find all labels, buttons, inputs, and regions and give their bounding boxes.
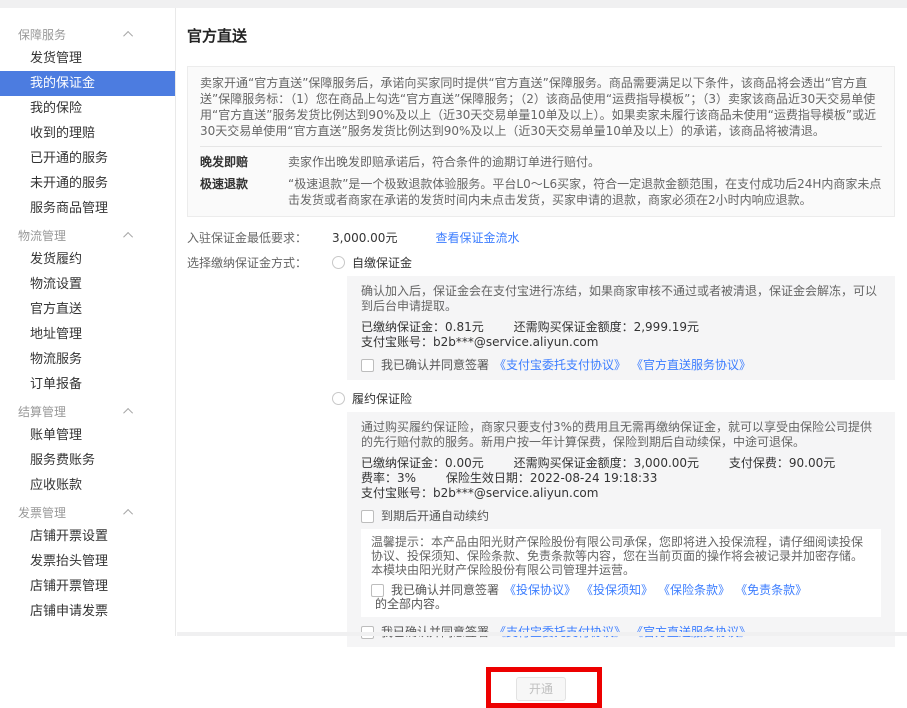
stat-alipay-account: 支付宝账号：b2b***@service.aliyun.com (361, 335, 598, 350)
top-strip (0, 0, 907, 8)
sidebar-item-logistics-services[interactable]: 物流服务 (0, 347, 175, 372)
deposit-minimum-label: 入驻保证金最低要求： (187, 229, 332, 246)
exemption-terms-link[interactable]: 《免责条款》 (735, 583, 807, 597)
sidebar-group-label: 物流管理 (18, 227, 66, 244)
feature-text: 卖家作出晚发即赔承诺后，符合条件的逾期订单进行赔付。 (288, 154, 882, 170)
divider (200, 146, 882, 147)
self-deposit-stats: 已缴纳保证金：0.81元 还需购买保证金额度：2,999.19元 支付宝账号：b… (361, 320, 881, 350)
agree-prefix: 我已确认并同意签署 (391, 583, 499, 597)
sidebar-item-service-product-management[interactable]: 服务商品管理 (0, 196, 175, 221)
feature-late-ship-compensation: 晚发即赔 卖家作出晚发即赔承诺后，符合条件的逾期订单进行赔付。 (200, 154, 882, 170)
auto-renew-row: 到期后开通自动续约 (361, 509, 881, 523)
self-deposit-radio-label: 自缴保证金 (352, 254, 412, 271)
stat-rate: 费率：3% (361, 471, 416, 486)
view-deposit-flow-link[interactable]: 查看保证金流水 (435, 229, 519, 246)
sidebar-item-official-direct-delivery[interactable]: 官方直送 (0, 297, 175, 322)
sidebar-group-invoice[interactable]: 发票管理 (0, 500, 175, 524)
sidebar-item-logistics-settings[interactable]: 物流设置 (0, 272, 175, 297)
insurance-notice-box: 温馨提示：本产品由阳光财产保险股份有限公司承保，您即将进入投保流程，请仔细阅读投… (361, 529, 881, 617)
sidebar-item-opened-services[interactable]: 已开通的服务 (0, 146, 175, 171)
insure-notice-link[interactable]: 《投保须知》 (581, 583, 653, 597)
chevron-up-icon (123, 407, 133, 417)
sidebar-item-order-reporting[interactable]: 订单报备 (0, 372, 175, 397)
radio-icon[interactable] (332, 256, 345, 269)
self-deposit-box: 确认加入后，保证金会在支付宝进行冻结，如果商家审核不通过或者被清退，保证金会解冻… (347, 276, 895, 380)
sidebar-item-receivables[interactable]: 应收账款 (0, 473, 175, 498)
checkbox-icon[interactable] (371, 584, 384, 597)
page-title: 官方直送 (187, 26, 895, 46)
sidebar-item-shop-invoice-request[interactable]: 店铺申请发票 (0, 599, 175, 624)
sidebar-item-my-insurance[interactable]: 我的保险 (0, 96, 175, 121)
service-intro-text: 卖家开通“官方直送”保障服务后，承诺向买家同时提供“官方直送”保障服务。商品需要… (200, 75, 882, 139)
insurance-notice-text: 温馨提示：本产品由阳光财产保险股份有限公司承保，您即将进入投保流程，请仔细阅读投… (371, 535, 871, 577)
sidebar-group-security-services[interactable]: 保障服务 (0, 22, 175, 46)
open-service-button[interactable]: 开通 (516, 677, 566, 701)
stat-paid-deposit: 已缴纳保证金：0.00元 (361, 456, 484, 471)
insurance-desc: 通过购买履约保证险，商家只要支付3%的费用且无需再缴纳保证金，就可以享受由保险公… (361, 420, 881, 450)
deposit-minimum-value: 3,000.00元 (332, 229, 397, 246)
feature-label: 极速退款 (200, 176, 288, 208)
checkbox-icon[interactable] (361, 510, 374, 523)
sidebar-group-label: 发票管理 (18, 504, 66, 521)
stat-premium: 支付保费：90.00元 (729, 456, 835, 471)
insure-agreement-link[interactable]: 《投保协议》 (504, 583, 576, 597)
stat-paid-deposit: 已缴纳保证金：0.81元 (361, 320, 484, 335)
sidebar-group-label: 结算管理 (18, 403, 66, 420)
feature-instant-refund: 极速退款 “极速退款”是一个极致退款体验服务。平台L0～L6买家，符合一定退款金… (200, 176, 882, 208)
sidebar-group-logistics[interactable]: 物流管理 (0, 223, 175, 247)
stat-remaining-quota: 还需购买保证金额度：2,999.19元 (514, 320, 699, 335)
insurance-stats: 已缴纳保证金：0.00元 还需购买保证金额度：3,000.00元 支付保费：90… (361, 456, 881, 501)
alipay-entrust-agreement-link[interactable]: 《支付宝委托支付协议》 (494, 358, 626, 372)
deposit-method-options: 自缴保证金 确认加入后，保证金会在支付宝进行冻结，如果商家审核不通过或者被清退，… (332, 254, 895, 647)
self-deposit-note: 确认加入后，保证金会在支付宝进行冻结，如果商家审核不通过或者被清退，保证金会解冻… (361, 284, 881, 314)
sidebar-item-shop-invoice-settings[interactable]: 店铺开票设置 (0, 524, 175, 549)
sidebar-item-address-management[interactable]: 地址管理 (0, 322, 175, 347)
bottom-strip (177, 632, 907, 636)
chevron-up-icon (123, 30, 133, 40)
stat-effective-date: 保险生效日期：2022-08-24 19:18:33 (446, 471, 657, 486)
sidebar-item-my-deposit[interactable]: 我的保证金 (0, 71, 175, 96)
sidebar-item-service-fee-accounts[interactable]: 服务费账务 (0, 448, 175, 473)
deposit-minimum-row: 入驻保证金最低要求： 3,000.00元 查看保证金流水 (187, 229, 895, 246)
feature-label: 晚发即赔 (200, 154, 288, 170)
service-intro-box: 卖家开通“官方直送”保障服务后，承诺向买家同时提供“官方直送”保障服务。商品需要… (187, 66, 895, 217)
chevron-up-icon (123, 231, 133, 241)
sidebar-item-shipping-fulfillment[interactable]: 发货履约 (0, 247, 175, 272)
main-content: 官方直送 卖家开通“官方直送”保障服务后，承诺向买家同时提供“官方直送”保障服务… (177, 8, 907, 636)
insurance-radio-label: 履约保证险 (352, 390, 412, 407)
sidebar-group-label: 保障服务 (18, 26, 66, 43)
insurance-radio-row[interactable]: 履约保证险 (332, 390, 895, 406)
sidebar-item-shipping-management[interactable]: 发货管理 (0, 46, 175, 71)
insurance-agree-row: 我已确认并同意签署 《投保协议》 《投保须知》 《保险条款》 《免责条款》 的全… (371, 583, 871, 611)
official-delivery-agreement-link[interactable]: 《官方直送服务协议》 (631, 358, 751, 372)
chevron-up-icon (123, 508, 133, 518)
stat-alipay-account: 支付宝账号：b2b***@service.aliyun.com (361, 486, 598, 501)
open-button-row: 开通 (187, 677, 895, 701)
agree-suffix: 的全部内容。 (375, 597, 447, 611)
self-deposit-radio-row[interactable]: 自缴保证金 (332, 254, 895, 270)
deposit-method-section: 选择缴纳保证金方式： 自缴保证金 确认加入后，保证金会在支付宝进行冻结，如果商家… (187, 254, 895, 647)
deposit-method-label: 选择缴纳保证金方式： (187, 254, 332, 647)
sidebar-group-settlement[interactable]: 结算管理 (0, 399, 175, 423)
sidebar-item-unopened-services[interactable]: 未开通的服务 (0, 171, 175, 196)
feature-text: “极速退款”是一个极致退款体验服务。平台L0～L6买家，符合一定退款金额范围，在… (288, 176, 882, 208)
sidebar: 保障服务 发货管理 我的保证金 我的保险 收到的理赔 已开通的服务 未开通的服务… (0, 8, 176, 636)
checkbox-icon[interactable] (361, 359, 374, 372)
sidebar-item-shop-invoice-management[interactable]: 店铺开票管理 (0, 574, 175, 599)
auto-renew-label: 到期后开通自动续约 (381, 509, 489, 523)
insurance-box: 通过购买履约保证险，商家只要支付3%的费用且无需再缴纳保证金，就可以享受由保险公… (347, 412, 895, 647)
sidebar-item-received-claims[interactable]: 收到的理赔 (0, 121, 175, 146)
sidebar-item-invoice-title-management[interactable]: 发票抬头管理 (0, 549, 175, 574)
sidebar-item-bill-management[interactable]: 账单管理 (0, 423, 175, 448)
stat-remaining-quota: 还需购买保证金额度：3,000.00元 (514, 456, 699, 471)
insure-terms-link[interactable]: 《保险条款》 (658, 583, 730, 597)
self-deposit-agree-row: 我已确认并同意签署 《支付宝委托支付协议》 《官方直送服务协议》 (361, 358, 881, 372)
agree-prefix: 我已确认并同意签署 (381, 358, 489, 372)
radio-icon[interactable] (332, 392, 345, 405)
